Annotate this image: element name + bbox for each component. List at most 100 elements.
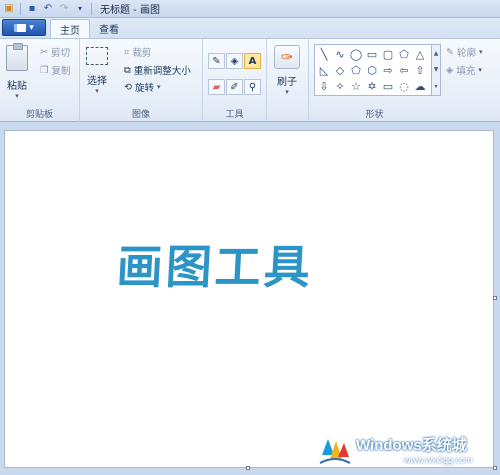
file-menu-button[interactable]: ▾ — [2, 19, 46, 36]
watermark-url: www.wxclgg.com — [404, 455, 473, 465]
triangle-shape-icon[interactable]: △ — [413, 47, 427, 61]
ribbon: 粘贴 ▾ ✂ 剪切 ❐ 复制 剪贴板 选择 ▾ ⌗ 裁剪 ⧉ 重新调整大小 ⟲ … — [0, 38, 500, 122]
select-button[interactable]: 选择 ▾ — [86, 47, 108, 95]
resize-handle-right[interactable] — [493, 296, 497, 300]
shapes-scrollbar[interactable]: ▲ ▼ ▾ — [432, 44, 441, 96]
paste-button[interactable]: 粘贴 ▾ — [6, 43, 28, 100]
window-title: 无标题 - 画图 — [100, 5, 160, 16]
tab-view[interactable]: 查看 — [90, 19, 128, 38]
shapes-gallery: ╲ ∿ ◯ ▭ ▢ ⬠ △ ◺ ◇ ⬠ ⬡ ⇨ ⇦ ⇧ ⇩ ✧ ☆ ✡ ▭ ◌ … — [314, 44, 432, 96]
five-point-star-shape-icon[interactable]: ☆ — [349, 79, 363, 93]
fill-icon[interactable]: ◈ — [226, 53, 243, 69]
paste-label: 粘贴 — [7, 81, 27, 92]
fill-shape-icon: ◈ — [446, 64, 454, 76]
copy-label: 复制 — [51, 66, 71, 77]
pencil-icon[interactable]: ✎ — [208, 53, 225, 69]
fill-button[interactable]: ◈ 填充 ▾ — [446, 63, 482, 78]
group-label-tools: 工具 — [225, 110, 244, 120]
rounded-rect-shape-icon[interactable]: ▢ — [381, 47, 395, 61]
scroll-up-icon[interactable]: ▲ — [434, 50, 439, 57]
magnifier-icon[interactable]: ⚲ — [244, 79, 261, 95]
chevron-down-icon: ▾ — [15, 92, 19, 100]
crop-button[interactable]: ⌗ 裁剪 — [124, 45, 152, 60]
cut-label: 剪切 — [50, 48, 70, 59]
app-icon[interactable]: ▣ — [2, 2, 16, 16]
group-label-image: 图像 — [131, 110, 150, 120]
title-bar: ▣ ▪ ↶ ↷ ▾ 无标题 - 画图 — [0, 0, 500, 18]
outline-icon: ✎ — [446, 46, 454, 58]
eraser-icon[interactable]: ▰ — [208, 79, 225, 95]
four-point-star-shape-icon[interactable]: ✧ — [333, 79, 347, 93]
crop-label: 裁剪 — [132, 48, 152, 59]
windows-logo-icon — [319, 439, 351, 464]
image-group: 选择 ▾ ⌗ 裁剪 ⧉ 重新调整大小 ⟲ 旋转 ▾ 图像 — [80, 39, 203, 122]
group-label-clipboard: 剪贴板 — [25, 110, 53, 120]
hexagon-shape-icon[interactable]: ⬡ — [365, 63, 379, 77]
line-shape-icon[interactable]: ╲ — [317, 47, 331, 61]
resize-button[interactable]: ⧉ 重新调整大小 — [124, 63, 191, 78]
rotate-icon: ⟲ — [124, 81, 132, 93]
oval-shape-icon[interactable]: ◯ — [349, 47, 363, 61]
cloud-callout-shape-icon[interactable]: ☁ — [413, 79, 427, 93]
divider — [91, 2, 92, 15]
canvas-art-text: 画图工具 — [115, 240, 315, 294]
save-icon[interactable]: ▪ — [25, 2, 39, 16]
expand-icon[interactable]: ▾ — [434, 83, 437, 90]
divider — [20, 2, 21, 15]
curve-shape-icon[interactable]: ∿ — [333, 47, 347, 61]
watermark: Windows系统城 www.wxclgg.com — [318, 430, 498, 472]
rotate-button[interactable]: ⟲ 旋转 ▾ — [124, 80, 161, 95]
clipboard-group: 粘贴 ▾ ✂ 剪切 ❐ 复制 剪贴板 — [0, 39, 80, 122]
drawing-canvas[interactable]: 画图工具 — [4, 130, 494, 468]
rectangle-shape-icon[interactable]: ▭ — [365, 47, 379, 61]
workspace: 画图工具 — [0, 122, 500, 475]
down-arrow-shape-icon[interactable]: ⇩ — [317, 79, 331, 93]
brushes-label: 刷子 — [277, 77, 297, 88]
group-label-shapes: 形状 — [365, 110, 384, 120]
resize-handle-bottom[interactable] — [246, 466, 250, 470]
outline-button[interactable]: ✎ 轮廓 ▾ — [446, 45, 483, 60]
rounded-callout-shape-icon[interactable]: ▭ — [381, 79, 395, 93]
tab-home[interactable]: 主页 — [50, 19, 90, 38]
cut-button[interactable]: ✂ 剪切 — [40, 45, 70, 60]
chevron-down-icon: ▾ — [95, 87, 99, 95]
right-triangle-shape-icon[interactable]: ◺ — [317, 63, 331, 77]
ribbon-tab-row: ▾ 主页 查看 — [0, 18, 500, 38]
color-picker-icon[interactable]: ✐ — [226, 79, 243, 95]
resize-label: 重新调整大小 — [133, 66, 191, 77]
brushes-group: ✑ 刷子 ▾ — [267, 39, 309, 122]
six-point-star-shape-icon[interactable]: ✡ — [365, 79, 379, 93]
pentagon-shape-icon[interactable]: ⬠ — [349, 63, 363, 77]
chevron-down-icon: ▾ — [156, 83, 161, 91]
right-arrow-shape-icon[interactable]: ⇨ — [381, 63, 395, 77]
brushes-button[interactable]: ✑ 刷子 ▾ — [274, 45, 300, 96]
resize-icon: ⧉ — [124, 64, 131, 76]
redo-icon[interactable]: ↷ — [57, 2, 71, 16]
chevron-down-icon: ▾ — [478, 66, 482, 74]
crop-icon: ⌗ — [124, 46, 130, 58]
select-label: 选择 — [87, 76, 107, 87]
text-icon[interactable]: A — [244, 53, 261, 69]
customize-icon[interactable]: ▾ — [73, 2, 87, 16]
clipboard-icon — [6, 43, 28, 71]
copy-button[interactable]: ❐ 复制 — [40, 63, 71, 78]
scroll-down-icon[interactable]: ▼ — [434, 66, 439, 73]
brush-icon: ✑ — [274, 45, 300, 69]
polygon-shape-icon[interactable]: ⬠ — [397, 47, 411, 61]
chevron-down-icon: ▾ — [285, 88, 289, 96]
rotate-label: 旋转 — [134, 83, 154, 94]
outline-label: 轮廓 — [456, 48, 476, 59]
oval-callout-shape-icon[interactable]: ◌ — [397, 79, 411, 93]
scissors-icon: ✂ — [40, 46, 48, 58]
up-arrow-shape-icon[interactable]: ⇧ — [413, 63, 427, 77]
undo-icon[interactable]: ↶ — [41, 2, 55, 16]
document-icon — [14, 23, 27, 32]
left-arrow-shape-icon[interactable]: ⇦ — [397, 63, 411, 77]
copy-icon: ❐ — [40, 64, 49, 76]
chevron-down-icon: ▾ — [478, 48, 483, 56]
chevron-down-icon: ▾ — [29, 22, 34, 33]
watermark-title: Windows系统城 — [356, 437, 467, 454]
select-icon — [86, 47, 108, 65]
diamond-shape-icon[interactable]: ◇ — [333, 63, 347, 77]
quick-access-toolbar: ▣ ▪ ↶ ↷ ▾ — [0, 2, 94, 16]
